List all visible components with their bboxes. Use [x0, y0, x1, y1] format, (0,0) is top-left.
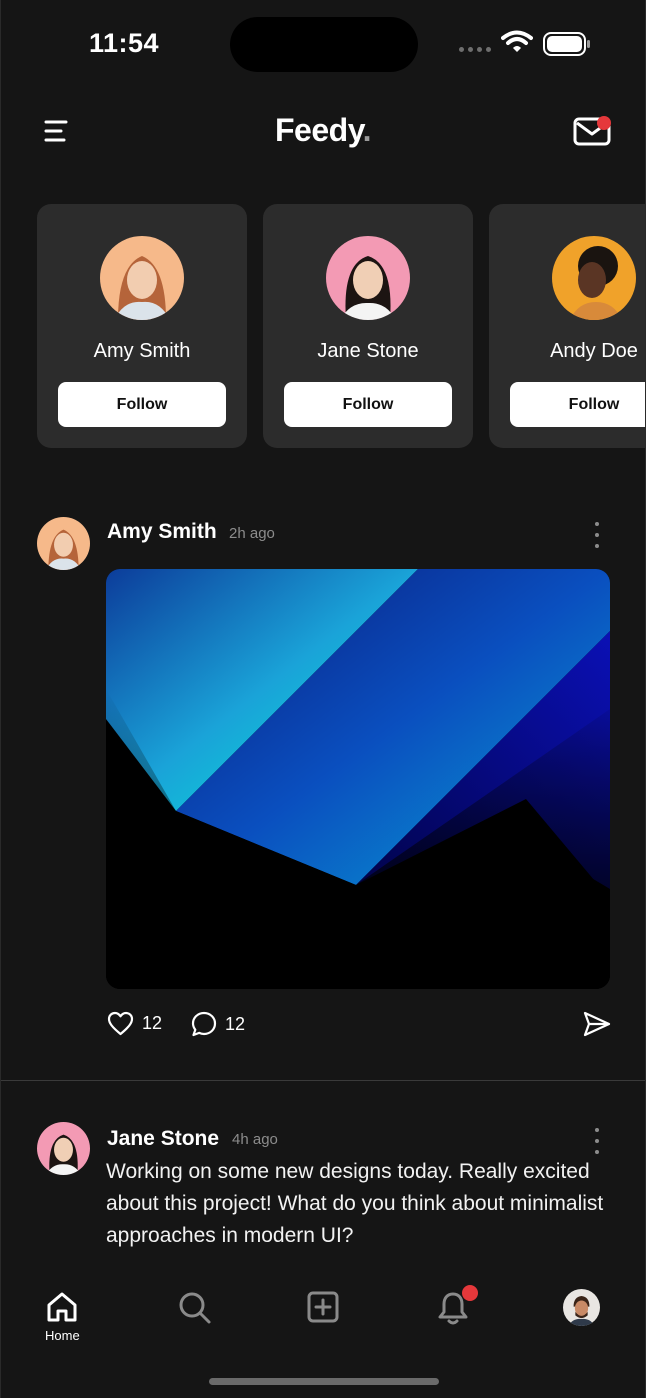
- like-action[interactable]: 12: [107, 1011, 162, 1036]
- dynamic-island: [230, 17, 418, 72]
- suggestion-name: Andy Doe: [550, 340, 638, 362]
- tab-home[interactable]: Home: [45, 1290, 80, 1343]
- post-author-name[interactable]: Amy Smith: [107, 520, 217, 544]
- suggestion-card: Amy Smith Follow: [37, 204, 247, 448]
- post-image[interactable]: [106, 569, 610, 989]
- suggestion-card: Jane Stone Follow: [263, 204, 473, 448]
- mail-unread-dot: [597, 116, 611, 130]
- comment-action[interactable]: 12: [191, 1011, 245, 1037]
- notification-badge: [462, 1285, 478, 1301]
- post-author-avatar[interactable]: [37, 517, 90, 570]
- send-icon[interactable]: [583, 1011, 611, 1037]
- app-title-dot: .: [362, 112, 372, 148]
- follow-button[interactable]: Follow: [284, 382, 452, 427]
- follow-button[interactable]: Follow: [510, 382, 645, 427]
- suggestion-card: Andy Doe Follow: [489, 204, 645, 448]
- more-icon[interactable]: [592, 1128, 602, 1154]
- app-title: Feedy.: [1, 112, 645, 149]
- home-indicator: [209, 1378, 439, 1385]
- plus-square-icon[interactable]: [306, 1290, 340, 1324]
- comment-count: 12: [225, 1013, 246, 1034]
- app-title-text: Feedy: [275, 112, 363, 148]
- heart-icon[interactable]: [107, 1011, 134, 1036]
- suggestion-name: Amy Smith: [93, 340, 191, 362]
- search-icon[interactable]: [177, 1290, 213, 1326]
- comment-icon[interactable]: [191, 1011, 217, 1037]
- home-icon[interactable]: [45, 1290, 79, 1324]
- like-count: 12: [142, 1013, 163, 1033]
- cellular-signal-icon: [459, 47, 491, 52]
- post-text: Working on some new designs today. Reall…: [106, 1160, 604, 1247]
- post-divider: [1, 1080, 645, 1081]
- post-timestamp: 4h ago: [232, 1131, 278, 1148]
- post-author-avatar[interactable]: [37, 1122, 90, 1175]
- avatar[interactable]: [552, 236, 636, 320]
- suggestion-name: Jane Stone: [317, 340, 419, 362]
- more-icon[interactable]: [592, 522, 602, 548]
- app-screen: 11:54 Feedy. Amy Smith Follow Jane Stone…: [0, 0, 646, 1398]
- avatar[interactable]: [326, 236, 410, 320]
- profile-avatar[interactable]: [563, 1289, 600, 1326]
- wifi-icon: [501, 30, 533, 52]
- status-time: 11:54: [89, 28, 160, 58]
- post-author-name[interactable]: Jane Stone: [107, 1127, 219, 1151]
- post-timestamp: 2h ago: [229, 525, 275, 542]
- battery-icon: [543, 32, 590, 56]
- tab-home-label: Home: [45, 1328, 80, 1343]
- follow-button[interactable]: Follow: [58, 382, 226, 427]
- suggested-users: Amy Smith Follow Jane Stone Follow Andy …: [37, 204, 645, 448]
- avatar[interactable]: [100, 236, 184, 320]
